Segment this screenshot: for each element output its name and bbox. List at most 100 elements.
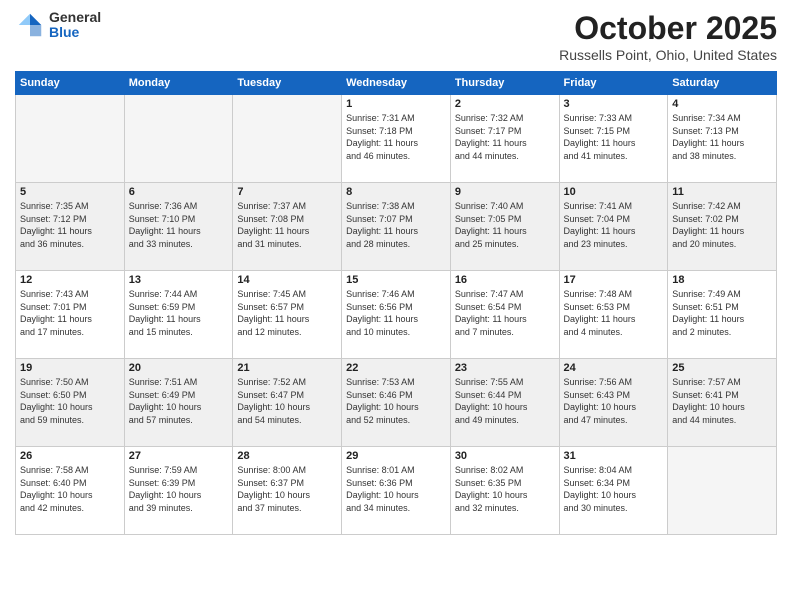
calendar-cell: 4 Sunrise: 7:34 AM Sunset: 7:13 PM Daylig… xyxy=(668,95,777,183)
week-row-3: 19 Sunrise: 7:50 AM Sunset: 6:50 PM Dayli… xyxy=(16,359,777,447)
calendar-cell: 8Sunrise: 7:38 AM Sunset: 7:07 PM Daylig… xyxy=(342,183,451,271)
day-number: 2 xyxy=(455,98,555,110)
logo-blue-text: Blue xyxy=(49,25,101,40)
calendar-cell: 13 Sunrise: 7:44 AM Sunset: 6:59 PM Dayli… xyxy=(124,271,233,359)
calendar-cell: 1Sunrise: 7:31 AM Sunset: 7:18 PM Daylig… xyxy=(342,95,451,183)
logo-text: General Blue xyxy=(49,10,101,41)
day-number: 13 xyxy=(129,274,229,286)
calendar-cell: 12 Sunrise: 7:43 AM Sunset: 7:01 PM Dayli… xyxy=(16,271,125,359)
calendar-cell: 10 Sunrise: 7:41 AM Sunset: 7:04 PM Dayli… xyxy=(559,183,668,271)
day-number: 22 xyxy=(346,362,446,374)
day-number: 11 xyxy=(672,186,772,198)
day-number: 14 xyxy=(237,274,337,286)
day-number: 15 xyxy=(346,274,446,286)
calendar-cell: 17 Sunrise: 7:48 AM Sunset: 6:53 PM Dayli… xyxy=(559,271,668,359)
day-info: Sunrise: 8:04 AM Sunset: 6:34 PM Dayligh… xyxy=(564,464,664,514)
calendar-cell xyxy=(16,95,125,183)
day-number: 30 xyxy=(455,450,555,462)
calendar-cell xyxy=(668,447,777,535)
day-number: 3 xyxy=(564,98,664,110)
day-number: 27 xyxy=(129,450,229,462)
day-number: 5 xyxy=(20,186,120,198)
calendar-cell: 24Sunrise: 7:56 AM Sunset: 6:43 PM Dayli… xyxy=(559,359,668,447)
calendar-cell: 21Sunrise: 7:52 AM Sunset: 6:47 PM Dayli… xyxy=(233,359,342,447)
day-info: Sunrise: 7:37 AM Sunset: 7:08 PM Dayligh… xyxy=(237,200,337,250)
day-number: 4 xyxy=(672,98,772,110)
day-info: Sunrise: 7:31 AM Sunset: 7:18 PM Dayligh… xyxy=(346,112,446,162)
day-number: 25 xyxy=(672,362,772,374)
day-number: 19 xyxy=(20,362,120,374)
calendar-cell: 16 Sunrise: 7:47 AM Sunset: 6:54 PM Dayli… xyxy=(450,271,559,359)
day-info: Sunrise: 8:00 AM Sunset: 6:37 PM Dayligh… xyxy=(237,464,337,514)
week-row-4: 26Sunrise: 7:58 AM Sunset: 6:40 PM Dayli… xyxy=(16,447,777,535)
calendar-cell: 19 Sunrise: 7:50 AM Sunset: 6:50 PM Dayli… xyxy=(16,359,125,447)
calendar-cell: 5Sunrise: 7:35 AM Sunset: 7:12 PM Daylig… xyxy=(16,183,125,271)
day-number: 6 xyxy=(129,186,229,198)
day-number: 28 xyxy=(237,450,337,462)
day-number: 7 xyxy=(237,186,337,198)
logo: General Blue xyxy=(15,10,101,41)
day-info: Sunrise: 7:44 AM Sunset: 6:59 PM Dayligh… xyxy=(129,288,229,338)
day-info: Sunrise: 8:02 AM Sunset: 6:35 PM Dayligh… xyxy=(455,464,555,514)
week-row-2: 12 Sunrise: 7:43 AM Sunset: 7:01 PM Dayli… xyxy=(16,271,777,359)
day-info: Sunrise: 7:52 AM Sunset: 6:47 PM Dayligh… xyxy=(237,376,337,426)
calendar-cell: 26Sunrise: 7:58 AM Sunset: 6:40 PM Dayli… xyxy=(16,447,125,535)
month-title: October 2025 xyxy=(559,10,777,47)
day-number: 17 xyxy=(564,274,664,286)
day-info: Sunrise: 8:01 AM Sunset: 6:36 PM Dayligh… xyxy=(346,464,446,514)
day-info: Sunrise: 7:55 AM Sunset: 6:44 PM Dayligh… xyxy=(455,376,555,426)
day-number: 8 xyxy=(346,186,446,198)
day-info: Sunrise: 7:32 AM Sunset: 7:17 PM Dayligh… xyxy=(455,112,555,162)
day-info: Sunrise: 7:57 AM Sunset: 6:41 PM Dayligh… xyxy=(672,376,772,426)
title-block: October 2025 Russells Point, Ohio, Unite… xyxy=(559,10,777,63)
calendar-cell: 11 Sunrise: 7:42 AM Sunset: 7:02 PM Dayli… xyxy=(668,183,777,271)
calendar-cell: 25 Sunrise: 7:57 AM Sunset: 6:41 PM Dayli… xyxy=(668,359,777,447)
day-info: Sunrise: 7:49 AM Sunset: 6:51 PM Dayligh… xyxy=(672,288,772,338)
calendar-cell: 2 Sunrise: 7:32 AM Sunset: 7:17 PM Daylig… xyxy=(450,95,559,183)
col-header-thursday: Thursday xyxy=(450,72,559,95)
day-info: Sunrise: 7:50 AM Sunset: 6:50 PM Dayligh… xyxy=(20,376,120,426)
calendar-cell: 6Sunrise: 7:36 AM Sunset: 7:10 PM Daylig… xyxy=(124,183,233,271)
day-info: Sunrise: 7:34 AM Sunset: 7:13 PM Dayligh… xyxy=(672,112,772,162)
calendar-cell: 9Sunrise: 7:40 AM Sunset: 7:05 PM Daylig… xyxy=(450,183,559,271)
day-info: Sunrise: 7:46 AM Sunset: 6:56 PM Dayligh… xyxy=(346,288,446,338)
col-header-monday: Monday xyxy=(124,72,233,95)
calendar-cell: 22 Sunrise: 7:53 AM Sunset: 6:46 PM Dayli… xyxy=(342,359,451,447)
logo-icon xyxy=(15,10,45,40)
calendar-cell: 18 Sunrise: 7:49 AM Sunset: 6:51 PM Dayli… xyxy=(668,271,777,359)
location-text: Russells Point, Ohio, United States xyxy=(559,47,777,63)
day-info: Sunrise: 7:41 AM Sunset: 7:04 PM Dayligh… xyxy=(564,200,664,250)
day-info: Sunrise: 7:48 AM Sunset: 6:53 PM Dayligh… xyxy=(564,288,664,338)
day-number: 12 xyxy=(20,274,120,286)
calendar-cell: 31Sunrise: 8:04 AM Sunset: 6:34 PM Dayli… xyxy=(559,447,668,535)
day-number: 29 xyxy=(346,450,446,462)
day-number: 24 xyxy=(564,362,664,374)
calendar-cell xyxy=(124,95,233,183)
calendar-cell xyxy=(233,95,342,183)
day-info: Sunrise: 7:59 AM Sunset: 6:39 PM Dayligh… xyxy=(129,464,229,514)
calendar-cell: 30 Sunrise: 8:02 AM Sunset: 6:35 PM Dayli… xyxy=(450,447,559,535)
col-header-sunday: Sunday xyxy=(16,72,125,95)
calendar-cell: 15 Sunrise: 7:46 AM Sunset: 6:56 PM Dayli… xyxy=(342,271,451,359)
calendar-cell: 20Sunrise: 7:51 AM Sunset: 6:49 PM Dayli… xyxy=(124,359,233,447)
day-info: Sunrise: 7:33 AM Sunset: 7:15 PM Dayligh… xyxy=(564,112,664,162)
day-number: 10 xyxy=(564,186,664,198)
col-header-wednesday: Wednesday xyxy=(342,72,451,95)
day-info: Sunrise: 7:51 AM Sunset: 6:49 PM Dayligh… xyxy=(129,376,229,426)
day-number: 18 xyxy=(672,274,772,286)
logo-general-text: General xyxy=(49,10,101,25)
page-header: General Blue October 2025 Russells Point… xyxy=(15,10,777,63)
calendar-cell: 27 Sunrise: 7:59 AM Sunset: 6:39 PM Dayli… xyxy=(124,447,233,535)
day-info: Sunrise: 7:43 AM Sunset: 7:01 PM Dayligh… xyxy=(20,288,120,338)
day-number: 16 xyxy=(455,274,555,286)
calendar-cell: 29 Sunrise: 8:01 AM Sunset: 6:36 PM Dayli… xyxy=(342,447,451,535)
day-info: Sunrise: 7:42 AM Sunset: 7:02 PM Dayligh… xyxy=(672,200,772,250)
day-number: 9 xyxy=(455,186,555,198)
day-info: Sunrise: 7:47 AM Sunset: 6:54 PM Dayligh… xyxy=(455,288,555,338)
col-header-tuesday: Tuesday xyxy=(233,72,342,95)
col-header-friday: Friday xyxy=(559,72,668,95)
calendar-cell: 23Sunrise: 7:55 AM Sunset: 6:44 PM Dayli… xyxy=(450,359,559,447)
day-number: 26 xyxy=(20,450,120,462)
calendar-cell: 14Sunrise: 7:45 AM Sunset: 6:57 PM Dayli… xyxy=(233,271,342,359)
day-info: Sunrise: 7:53 AM Sunset: 6:46 PM Dayligh… xyxy=(346,376,446,426)
